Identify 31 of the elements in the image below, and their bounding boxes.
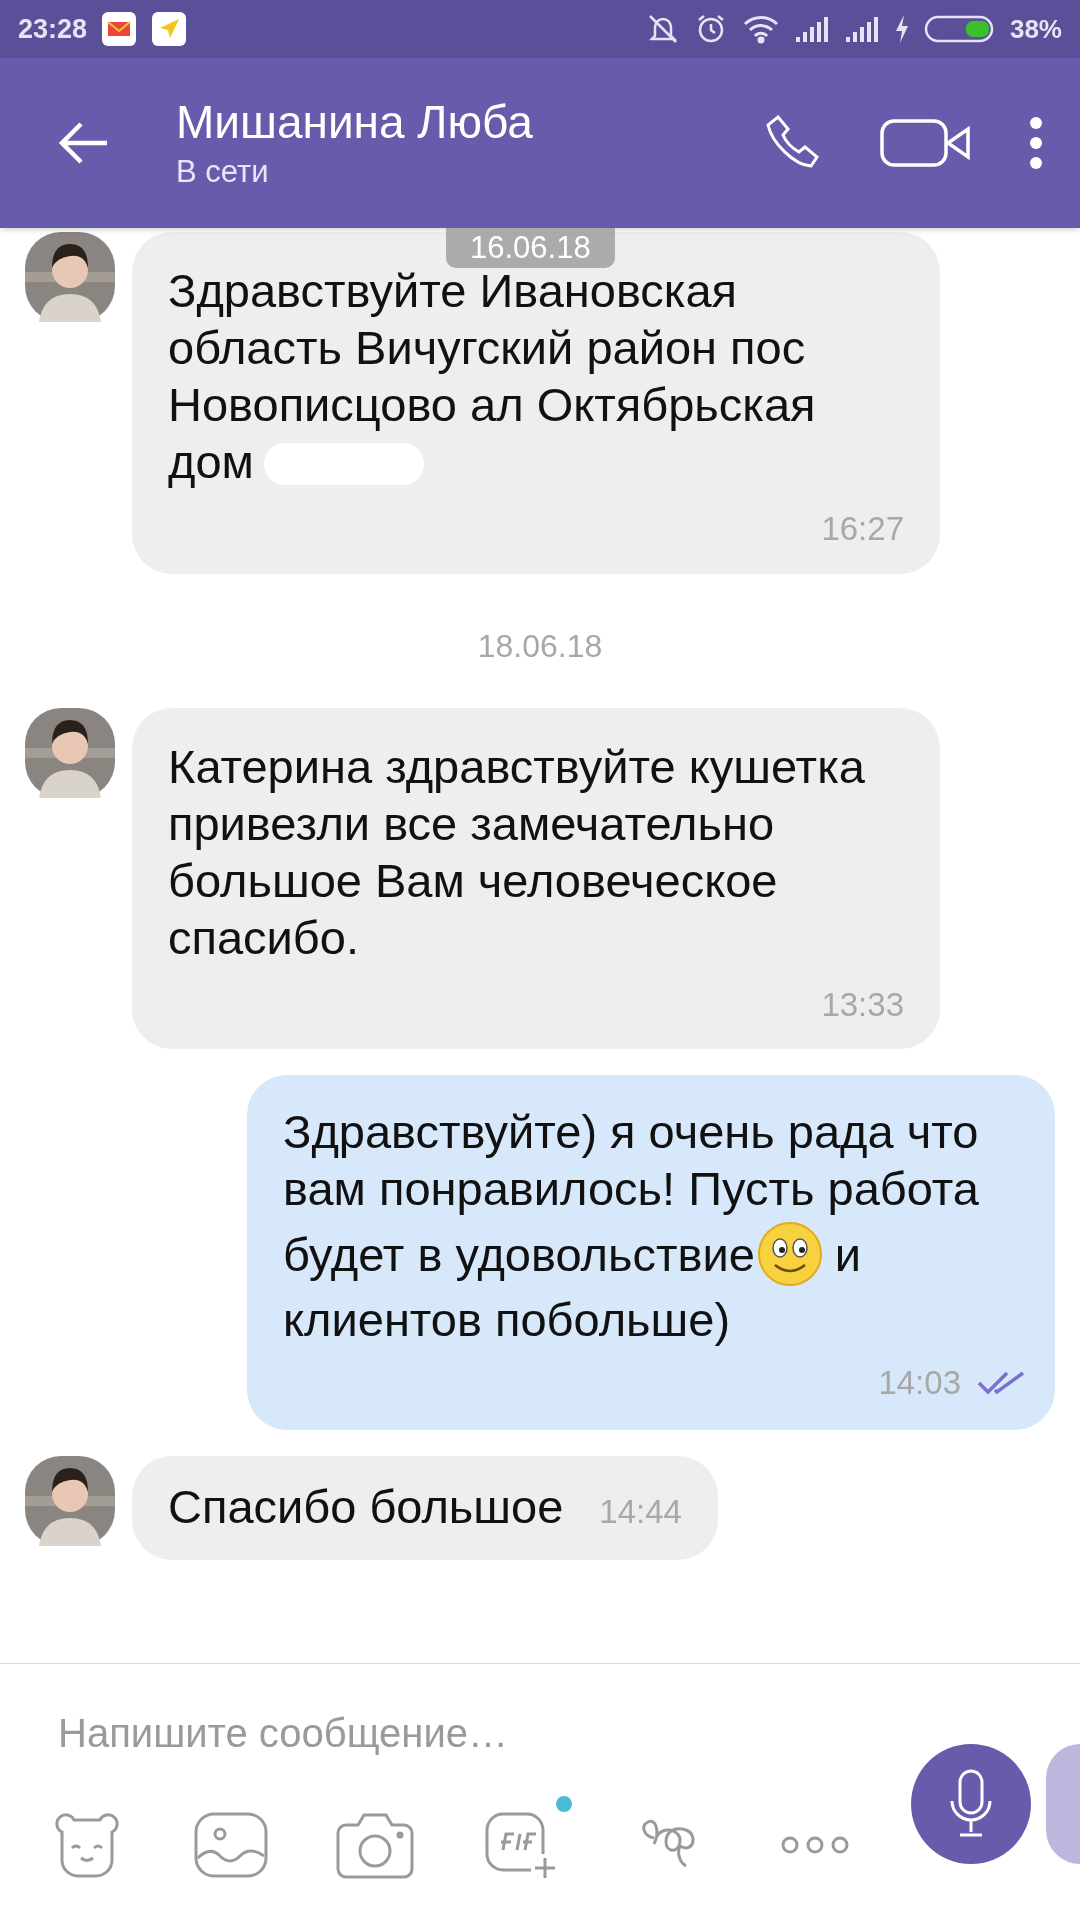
charging-icon <box>893 14 910 44</box>
message-time: 14:03 <box>878 1363 961 1403</box>
message-text: и <box>834 1226 862 1283</box>
message-input[interactable]: Напишите сообщение… <box>58 1698 658 1768</box>
message-text: клиентов побольше) <box>283 1292 731 1348</box>
microphone-icon <box>948 1769 994 1839</box>
message-time: 13:33 <box>821 984 904 1025</box>
message-text: Спасибо большое <box>168 1479 564 1536</box>
contact-name: Мишанина Люба <box>176 95 534 150</box>
more-icon <box>1029 116 1043 170</box>
message-text: будет в удовольствие <box>283 1226 755 1283</box>
date-badge: 16.06.18 <box>446 228 615 268</box>
camera-icon <box>336 1811 414 1879</box>
mail-icon <box>101 11 138 47</box>
message-text: Катерина здравствуйте кушетка привезли все замечательно большое Вам человеческое спасибо. <box>168 738 866 966</box>
message-time: 16:27 <box>821 509 904 549</box>
video-camera-icon <box>880 117 972 169</box>
battery-percent: 38% <box>1009 12 1062 46</box>
wifi-icon <box>741 14 780 44</box>
online-status: В сети <box>176 153 270 191</box>
image-icon <box>194 1812 268 1878</box>
more-dots-icon <box>781 1836 849 1854</box>
message-text: дом <box>168 434 254 490</box>
status-time: 23:28 <box>18 12 88 46</box>
battery-icon <box>923 14 996 44</box>
smiley-icon <box>756 1221 823 1287</box>
message-time: 14:44 <box>599 1491 682 1532</box>
signal-icon <box>793 15 830 43</box>
date-label: 18.06.18 <box>477 626 603 666</box>
signal-icon <box>843 15 880 43</box>
back-arrow-icon <box>59 121 109 165</box>
